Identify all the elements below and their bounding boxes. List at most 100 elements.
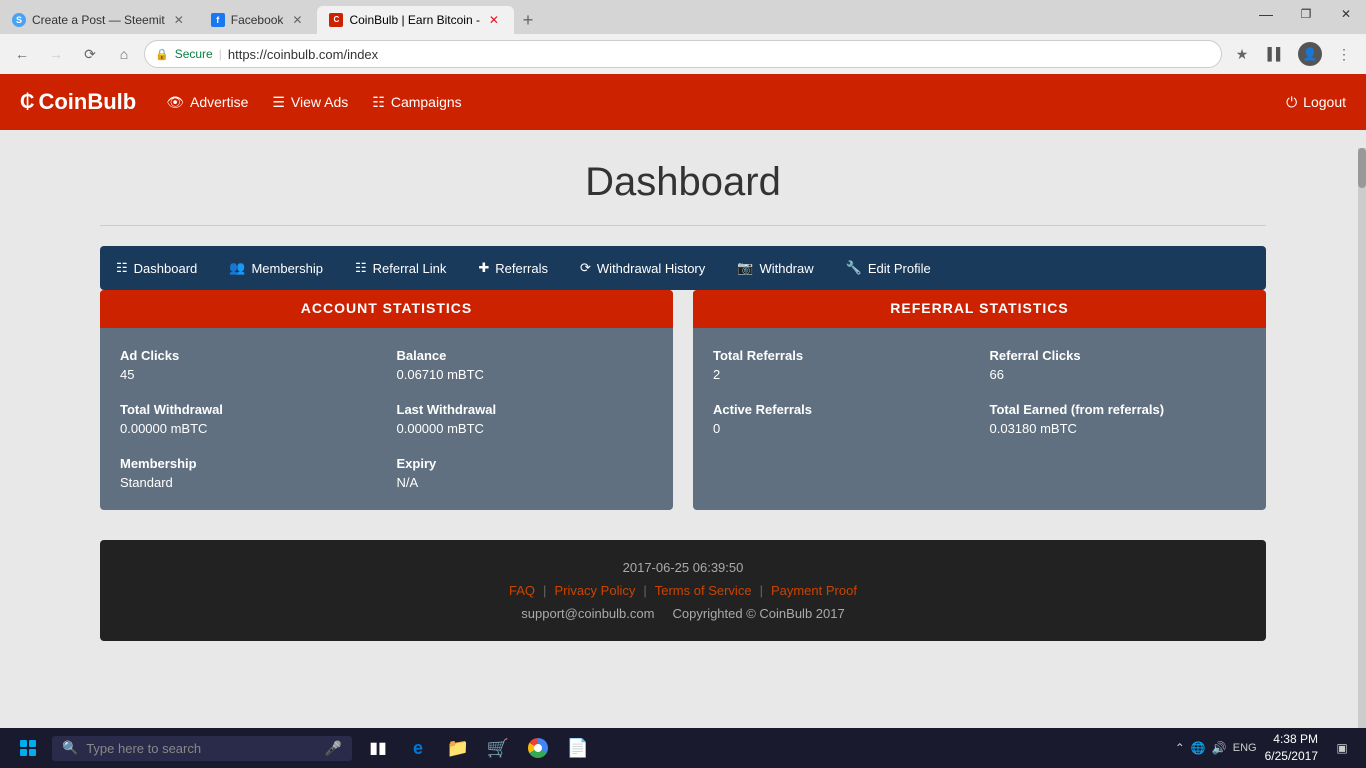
browser-tab-3[interactable]: C CoinBulb | Earn Bitcoin - ✕: [317, 6, 514, 34]
taskbar-date-display: 6/25/2017: [1265, 748, 1318, 765]
page-header: Dashboard: [0, 130, 1366, 225]
brand-logo[interactable]: ₵ CoinBulb: [20, 89, 136, 115]
minimize-button[interactable]: —: [1246, 0, 1286, 28]
extensions-icon[interactable]: ▌▌: [1262, 40, 1290, 68]
referral-clicks-value: 66: [990, 367, 1247, 382]
home-button[interactable]: ⌂: [110, 40, 138, 68]
new-tab-button[interactable]: +: [514, 6, 542, 34]
nav-edit-profile[interactable]: 🔧 Edit Profile: [830, 246, 947, 290]
browser-tab-1[interactable]: S Create a Post — Steemit ✕: [0, 6, 199, 34]
cb-favicon: C: [329, 13, 343, 27]
secure-label: Secure: [175, 47, 213, 61]
chrome-app[interactable]: [520, 730, 556, 766]
tab-close-2[interactable]: ✕: [289, 12, 305, 28]
task-view-button[interactable]: ▮▮: [360, 730, 396, 766]
scrollbar-thumb[interactable]: [1358, 148, 1366, 188]
maximize-button[interactable]: ❐: [1286, 0, 1326, 28]
page-content: ₵ CoinBulb 👁 Advertise ☰ View Ads ☷ Camp…: [0, 74, 1366, 728]
nav-dashboard[interactable]: ☷ Dashboard: [100, 246, 213, 290]
chevron-up-icon[interactable]: ⌃: [1175, 741, 1185, 755]
tab-close-3[interactable]: ✕: [486, 12, 502, 28]
balance-value: 0.06710 mBTC: [397, 367, 654, 382]
close-button[interactable]: ✕: [1326, 0, 1366, 28]
nav-membership-label: Membership: [251, 261, 323, 276]
taskbar-search[interactable]: 🔍 Type here to search 🎤: [52, 736, 352, 761]
balance-label: Balance: [397, 348, 654, 363]
nav-referral-link[interactable]: ☷ Referral Link: [339, 246, 462, 290]
nav-withdraw[interactable]: 📷 Withdraw: [721, 246, 829, 290]
keyboard-icon[interactable]: ENG: [1233, 742, 1257, 754]
stats-section: ACCOUNT STATISTICS Ad Clicks 45 Balance …: [100, 290, 1266, 510]
user-profile-icon[interactable]: 👤: [1296, 40, 1324, 68]
referral-clicks-label: Referral Clicks: [990, 348, 1247, 363]
browser-tab-2[interactable]: f Facebook ✕: [199, 6, 318, 34]
expiry-value: N/A: [397, 475, 654, 490]
folder-icon: 📁: [447, 738, 469, 759]
url-display: https://coinbulb.com/index: [228, 47, 378, 62]
address-bar[interactable]: 🔒 Secure | https://coinbulb.com/index: [144, 40, 1222, 68]
nav-edit-profile-label: Edit Profile: [868, 261, 931, 276]
payment-proof-link[interactable]: Payment Proof: [771, 583, 857, 598]
total-earned-value: 0.03180 mBTC: [990, 421, 1247, 436]
ad-clicks-label: Ad Clicks: [120, 348, 377, 363]
edge-app[interactable]: e: [400, 730, 436, 766]
total-withdrawal-value: 0.00000 mBTC: [120, 421, 377, 436]
referral-stats-header: REFERRAL STATISTICS: [693, 290, 1266, 328]
account-stats-header: ACCOUNT STATISTICS: [100, 290, 673, 328]
copyright-text: Copyrighted © CoinBulb 2017: [673, 606, 845, 621]
volume-icon[interactable]: 🔊: [1212, 741, 1227, 755]
header-divider: [100, 225, 1266, 226]
back-button[interactable]: ←: [8, 40, 36, 68]
tos-link[interactable]: Terms of Service: [655, 583, 752, 598]
last-withdrawal-stat: Last Withdrawal 0.00000 mBTC: [397, 402, 654, 436]
forward-button[interactable]: →: [42, 40, 70, 68]
logout-button[interactable]: ⏻ Logout: [1286, 94, 1346, 111]
account-stats-card: ACCOUNT STATISTICS Ad Clicks 45 Balance …: [100, 290, 673, 510]
ad-clicks-stat: Ad Clicks 45: [120, 348, 377, 382]
nav-dashboard-label: Dashboard: [134, 261, 198, 276]
nav-referrals[interactable]: ✚ Referrals: [462, 246, 564, 290]
bookmark-icon[interactable]: ★: [1228, 40, 1256, 68]
store-app[interactable]: 🛒: [480, 730, 516, 766]
footer-links: FAQ | Privacy Policy | Terms of Service …: [120, 583, 1246, 598]
expiry-label: Expiry: [397, 456, 654, 471]
file-explorer-app[interactable]: 📁: [440, 730, 476, 766]
files-app[interactable]: 📄: [560, 730, 596, 766]
nav-withdrawal-history[interactable]: ⟳ Withdrawal History: [564, 246, 721, 290]
referrals-icon: ✚: [478, 260, 489, 276]
viewads-label: View Ads: [291, 94, 348, 110]
balance-stat: Balance 0.06710 mBTC: [397, 348, 654, 382]
footer-divider-2: |: [643, 583, 646, 598]
viewads-icon: ☰: [272, 94, 285, 111]
expiry-stat: Expiry N/A: [397, 456, 654, 490]
referral-stats-title: REFERRAL STATISTICS: [890, 300, 1068, 316]
advertise-link[interactable]: 👁 Advertise: [166, 94, 248, 111]
total-referrals-stat: Total Referrals 2: [713, 348, 970, 382]
microphone-icon[interactable]: 🎤: [325, 740, 342, 757]
privacy-link[interactable]: Privacy Policy: [554, 583, 635, 598]
faq-link[interactable]: FAQ: [509, 583, 535, 598]
notification-button[interactable]: ▣: [1326, 732, 1358, 764]
brand-coin-icon: ₵: [20, 91, 34, 114]
campaigns-link[interactable]: ☷ Campaigns: [372, 94, 461, 111]
taskbar-clock[interactable]: 4:38 PM 6/25/2017: [1265, 731, 1318, 765]
account-stats-body: Ad Clicks 45 Balance 0.06710 mBTC Total …: [100, 328, 673, 510]
store-icon: 🛒: [487, 738, 509, 759]
nav-membership[interactable]: 👥 Membership: [213, 246, 339, 290]
start-button[interactable]: [8, 728, 48, 768]
referral-clicks-stat: Referral Clicks 66: [990, 348, 1247, 382]
footer-copyright: support@coinbulb.com Copyrighted © CoinB…: [120, 606, 1246, 621]
account-stats-title: ACCOUNT STATISTICS: [301, 300, 472, 316]
reload-button[interactable]: ⟳: [76, 40, 104, 68]
menu-icon[interactable]: ⋮: [1330, 40, 1358, 68]
dashboard-icon: ☷: [116, 260, 128, 276]
viewads-link[interactable]: ☰ View Ads: [272, 94, 348, 111]
edit-profile-icon: 🔧: [846, 260, 862, 276]
scrollbar[interactable]: [1358, 148, 1366, 728]
taskbar-right: ⌃ 🌐 🔊 ENG 4:38 PM 6/25/2017 ▣: [1175, 731, 1358, 765]
taskbar-apps: ▮▮ e 📁 🛒 📄: [360, 730, 596, 766]
network-icon[interactable]: 🌐: [1191, 741, 1206, 755]
page-title: Dashboard: [20, 160, 1346, 205]
tab-close-1[interactable]: ✕: [171, 12, 187, 28]
brand-name: CoinBulb: [38, 89, 136, 115]
